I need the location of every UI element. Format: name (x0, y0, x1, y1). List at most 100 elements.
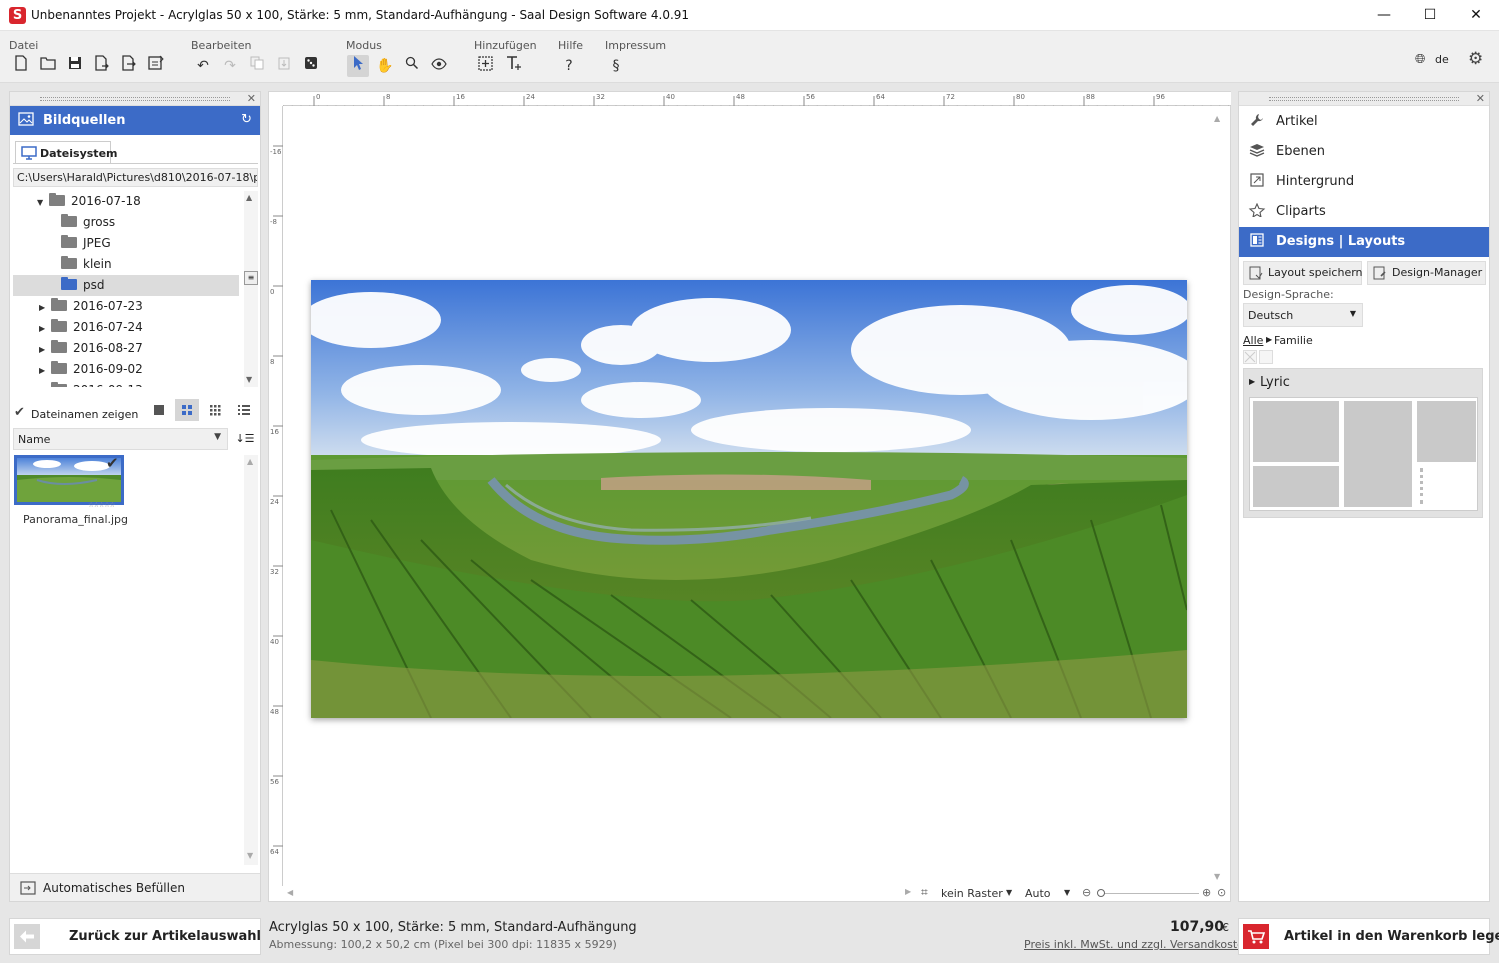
thumbnail-scrollbar[interactable]: ▲ ▼ (244, 455, 258, 865)
view-large-icon[interactable] (148, 399, 170, 421)
design-manager-button[interactable]: Design-Manager (1367, 261, 1486, 285)
undo-icon[interactable]: ↶ (192, 55, 214, 77)
tree-item-2016-08-27[interactable]: ▶ 2016-08-27 (13, 338, 239, 359)
scroll-right-icon[interactable]: ▶ (905, 887, 911, 896)
tree-item-klein[interactable]: klein (13, 254, 239, 275)
tree-item-jpeg[interactable]: JPEG (13, 233, 239, 254)
paste-icon[interactable] (273, 55, 295, 77)
canvas-scroll-up-icon[interactable]: ▲ (1214, 114, 1220, 123)
cliparts-icon (1247, 197, 1267, 227)
zoom-fit-icon[interactable]: ⊙ (1217, 886, 1226, 899)
sort-order-icon[interactable]: ↓☰ (234, 428, 256, 450)
zoom-slider[interactable] (1099, 893, 1199, 894)
cart-button-label: Artikel in den Warenkorb legen (1284, 929, 1499, 944)
add-to-cart-button[interactable]: Artikel in den Warenkorb legen (1238, 918, 1499, 955)
refresh-icon[interactable]: ↻ (241, 112, 252, 127)
product-dimensions: Abmessung: 100,2 x 50,2 cm (Pixel bei 30… (269, 938, 617, 951)
tab-filesystem[interactable]: Dateisystem (15, 141, 118, 164)
back-to-article-selection-button[interactable]: Zurück zur Artikelauswahl (9, 918, 261, 955)
tree-item-2016-09-02[interactable]: ▶ 2016-09-02 (13, 359, 239, 380)
tree-scrollbar[interactable]: ▲ ≡ ▼ (244, 191, 258, 387)
tree-item-psd[interactable]: psd (13, 275, 239, 296)
select-pointer-icon[interactable] (347, 55, 369, 77)
preview-eye-icon[interactable] (428, 55, 450, 77)
menu-item-ebenen[interactable]: Ebenen (1239, 137, 1489, 167)
bottom-bar: Zurück zur Artikelauswahl Acrylglas 50 x… (0, 909, 1499, 963)
toolbar-group-hinzufuegen: Hinzufügen (474, 39, 537, 52)
zoom-magnifier-icon[interactable] (401, 55, 423, 77)
show-filenames-label: Dateinamen zeigen (31, 408, 139, 421)
folder-tree: ▼ 2016-07-18 gross JPEG klein psd ▶ 2016-0… (10, 191, 246, 387)
redo-icon[interactable]: ↷ (219, 55, 241, 77)
ruler-vertical: -16 -8 0 8 16 24 32 40 48 56 64 (269, 106, 283, 886)
open-folder-icon[interactable] (37, 55, 59, 77)
zoom-out-icon[interactable]: ⊖ (1082, 886, 1091, 899)
view-medium-icon[interactable] (175, 399, 199, 421)
tree-item-2016-07-23[interactable]: ▶ 2016-07-23 (13, 296, 239, 317)
maximize-button[interactable]: ☐ (1407, 0, 1453, 31)
language-globe-icon[interactable]: 🌐︎ (1415, 52, 1425, 67)
panorama-photo[interactable] (311, 280, 1187, 718)
scroll-thumb[interactable]: ≡ (244, 271, 258, 285)
price-note-link[interactable]: Preis inkl. MwSt. und zzgl. Versandkoste… (1024, 938, 1251, 951)
close-window-button[interactable]: ✕ (1453, 0, 1499, 31)
save-icon[interactable] (64, 55, 86, 77)
sort-field-select[interactable]: Name ▼ (13, 428, 228, 450)
zoom-select[interactable]: Auto (1025, 887, 1051, 900)
save-layout-button[interactable]: Layout speichern (1243, 261, 1363, 285)
toolbar-group-modus: Modus (346, 39, 382, 52)
tree-item-2016-07-18[interactable]: ▼ 2016-07-18 (13, 191, 239, 212)
panel-grip[interactable]: ✕ (10, 92, 260, 106)
tree-item-2016-09-13[interactable]: ▶2016-09-13 (13, 380, 239, 387)
zoom-dropdown-icon[interactable]: ▼ (1064, 888, 1070, 897)
layout-preview-lyric[interactable] (1249, 397, 1478, 511)
product-name: Acrylglas 50 x 100, Stärke: 5 mm, Standa… (269, 920, 637, 935)
canvas-area[interactable]: 0 8 16 24 32 40 48 56 64 72 80 88 96 -16… (268, 91, 1231, 902)
toolbar-group-bearbeiten: Bearbeiten (191, 39, 252, 52)
minimize-button[interactable]: — (1361, 0, 1407, 31)
add-text-icon[interactable] (503, 55, 525, 77)
grid-select[interactable]: kein Raster (941, 887, 1003, 900)
canvas-scroll-down-icon[interactable]: ▼ (1214, 872, 1220, 881)
design-language-select[interactable]: Deutsch ▼ (1243, 303, 1363, 327)
rating-stars-icon[interactable]: ☆☆☆☆☆ (88, 501, 115, 509)
zoom-in-icon[interactable]: ⊕ (1202, 886, 1211, 899)
wrench-icon (1247, 107, 1267, 137)
view-small-icon[interactable] (204, 399, 226, 421)
grid-dropdown-icon[interactable]: ▼ (1006, 888, 1012, 897)
filter-swatch[interactable] (1259, 350, 1273, 364)
zoom-slider-handle[interactable] (1097, 889, 1105, 897)
language-label[interactable]: de (1435, 53, 1449, 66)
new-file-icon[interactable] (10, 55, 32, 77)
layout-group-lyric: ▶ Lyric (1243, 368, 1483, 518)
clear-filter-icon[interactable] (1243, 350, 1257, 364)
add-image-frame-icon[interactable] (475, 55, 497, 77)
copy-icon[interactable] (246, 55, 268, 77)
auto-fill-button[interactable]: Automatisches Befüllen (10, 873, 260, 901)
print-export-icon[interactable] (145, 55, 167, 77)
close-panel-icon[interactable]: ✕ (1476, 92, 1485, 106)
scroll-up-icon[interactable]: ▲ (246, 193, 252, 202)
menu-item-designs-layouts[interactable]: Designs | Layouts (1239, 227, 1489, 257)
random-dice-icon[interactable] (300, 55, 322, 77)
scroll-down-icon[interactable]: ▼ (246, 375, 252, 384)
menu-item-cliparts[interactable]: Cliparts (1239, 197, 1489, 227)
impressum-icon[interactable]: § (605, 55, 627, 77)
settings-gear-icon[interactable]: ⚙ (1468, 49, 1483, 69)
canvas-scroll-left-icon[interactable]: ◀ (287, 888, 293, 897)
help-icon[interactable]: ? (558, 55, 580, 77)
menu-item-artikel[interactable]: Artikel (1239, 107, 1489, 137)
tree-item-2016-07-24[interactable]: ▶ 2016-07-24 (13, 317, 239, 338)
panel-grip[interactable]: ✕ (1239, 92, 1489, 106)
monitor-icon (21, 146, 37, 163)
menu-item-hintergrund[interactable]: Hintergrund (1239, 167, 1489, 197)
save-as-icon[interactable] (91, 55, 113, 77)
breadcrumb-all-link[interactable]: Alle (1243, 334, 1263, 347)
expand-arrow-icon[interactable]: ▶ (1249, 377, 1255, 386)
view-list-icon[interactable] (233, 399, 255, 421)
close-panel-icon[interactable]: ✕ (247, 92, 256, 106)
show-filenames-checkbox[interactable]: ✔ (14, 405, 25, 420)
pan-hand-icon[interactable]: ✋ (374, 55, 396, 77)
tree-item-gross[interactable]: gross (13, 212, 239, 233)
export-icon[interactable] (118, 55, 140, 77)
